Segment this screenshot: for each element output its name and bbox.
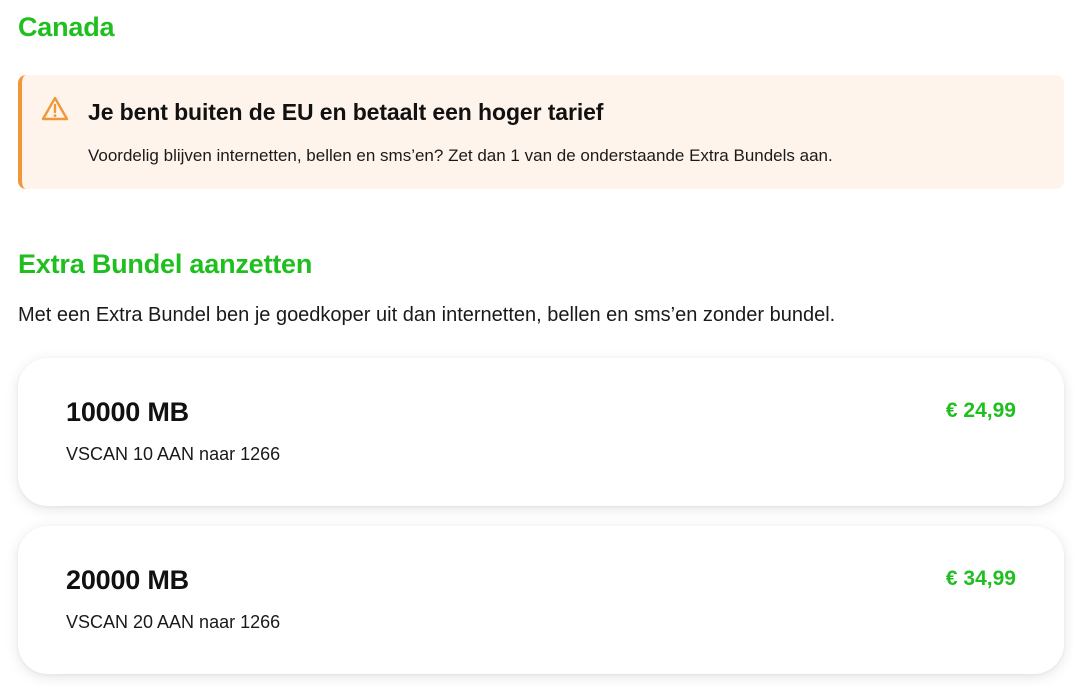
bundle-activation-code: VSCAN 20 AAN naar 1266 bbox=[66, 612, 281, 632]
bundle-size: 20000 MB bbox=[66, 565, 189, 595]
bundle-price: € 24,99 bbox=[945, 399, 1016, 422]
warning-triangle-icon bbox=[41, 96, 69, 122]
notice-title: Je bent buiten de EU en betaalt een hoge… bbox=[88, 99, 604, 125]
page: Canada Je bent buiten de EU en betaalt e… bbox=[0, 0, 1073, 686]
bundle-card-20000mb[interactable]: 20000 MB VSCAN 20 AAN naar 1266 € 34,99 bbox=[18, 526, 1064, 674]
bundle-size: 10000 MB bbox=[66, 397, 189, 427]
bundle-card-10000mb[interactable]: 10000 MB VSCAN 10 AAN naar 1266 € 24,99 bbox=[18, 358, 1064, 506]
notice-text: Voordelig blijven internetten, bellen en… bbox=[88, 146, 833, 165]
section-description: Met een Extra Bundel ben je goedkoper ui… bbox=[18, 304, 836, 326]
country-title: Canada bbox=[18, 12, 115, 42]
bundle-activation-code: VSCAN 10 AAN naar 1266 bbox=[66, 444, 281, 464]
section-title: Extra Bundel aanzetten bbox=[18, 249, 313, 279]
outside-eu-notice: Je bent buiten de EU en betaalt een hoge… bbox=[18, 75, 1064, 189]
bundle-price: € 34,99 bbox=[945, 567, 1016, 590]
